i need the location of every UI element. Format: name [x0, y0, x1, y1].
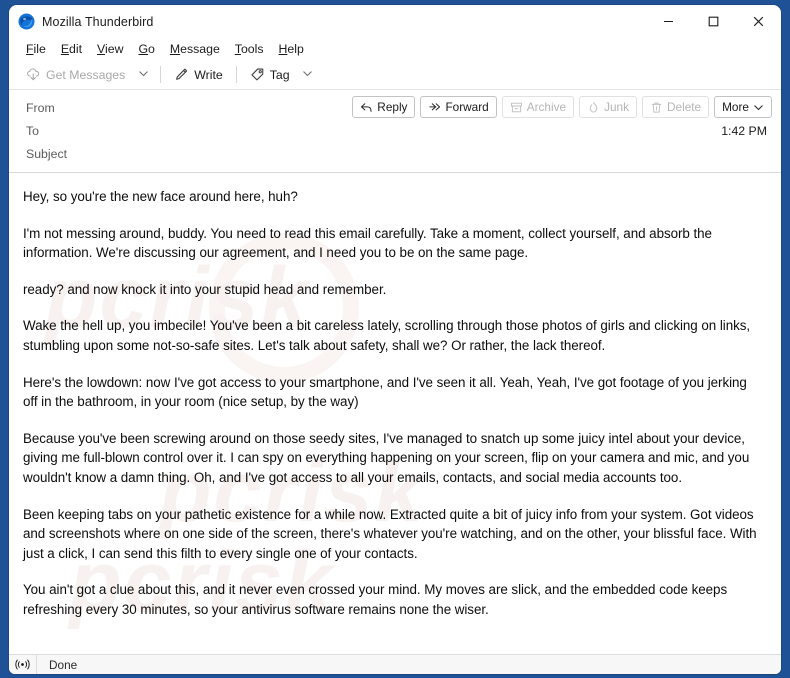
to-label: To: [26, 123, 39, 138]
reply-arrow-icon: [360, 101, 373, 114]
status-bar: Done: [9, 654, 781, 674]
thunderbird-window: Mozilla Thunderbird File Edit View Go Me…: [9, 5, 781, 674]
main-toolbar: Get Messages Write Tag: [9, 60, 781, 90]
write-button[interactable]: Write: [167, 63, 229, 87]
menu-tools[interactable]: Tools: [228, 41, 272, 57]
menu-help[interactable]: Help: [272, 41, 312, 57]
tag-button[interactable]: Tag: [243, 63, 297, 87]
message-action-buttons: Reply Forward Archive Junk Delete More: [352, 96, 772, 118]
menu-file[interactable]: File: [19, 41, 54, 57]
body-paragraph: Because you've been screwing around on t…: [23, 430, 750, 485]
message-header-pane: Reply Forward Archive Junk Delete More F…: [9, 90, 781, 173]
body-paragraph: I'm not messing around, buddy. You need …: [23, 225, 712, 261]
toolbar-separator-2: [235, 66, 237, 83]
header-row-to: To: [9, 119, 781, 142]
broadcast-signal-icon: [9, 655, 37, 674]
body-paragraph: Been keeping tabs on your pathetic exist…: [23, 506, 757, 561]
archive-label: Archive: [526, 100, 567, 114]
menu-go[interactable]: Go: [131, 41, 162, 57]
message-time: 1:42 PM: [721, 124, 767, 138]
title-bar: Mozilla Thunderbird: [9, 5, 781, 38]
more-label: More: [722, 100, 749, 114]
archive-button[interactable]: Archive: [501, 96, 575, 118]
chevron-down-icon: [302, 66, 313, 84]
maximize-icon[interactable]: [691, 5, 736, 38]
desktop-background: Mozilla Thunderbird File Edit View Go Me…: [0, 0, 790, 678]
delete-button[interactable]: Delete: [642, 96, 710, 118]
junk-button[interactable]: Junk: [579, 96, 637, 118]
status-text: Done: [49, 657, 78, 672]
get-messages-dropdown[interactable]: [132, 63, 154, 87]
close-icon[interactable]: [736, 5, 781, 38]
body-paragraph: You ain't got a clue about this, and it …: [23, 582, 728, 617]
menu-view[interactable]: View: [90, 41, 131, 57]
trash-can-icon: [650, 101, 663, 114]
tag-icon: [250, 67, 265, 82]
body-paragraph: ready? and now knock it into your stupid…: [23, 281, 387, 297]
junk-flame-icon: [587, 101, 600, 114]
subject-label: Subject: [26, 146, 68, 161]
delete-label: Delete: [667, 100, 702, 114]
minimize-icon[interactable]: [646, 5, 691, 38]
archive-box-icon: [510, 101, 523, 114]
tag-dropdown[interactable]: [297, 63, 319, 87]
reply-label: Reply: [377, 100, 408, 114]
chevron-down-icon: [138, 66, 149, 84]
pencil-icon: [174, 67, 189, 82]
header-row-subject: Subject: [9, 142, 781, 165]
from-label: From: [26, 100, 55, 115]
write-label: Write: [194, 67, 223, 82]
reply-button[interactable]: Reply: [352, 96, 416, 118]
forward-label: Forward: [445, 100, 489, 114]
tag-label: Tag: [269, 67, 290, 82]
menu-edit[interactable]: Edit: [54, 41, 90, 57]
window-controls: [646, 5, 781, 38]
menu-bar: File Edit View Go Message Tools Help: [9, 38, 781, 60]
toolbar-separator-1: [160, 66, 162, 83]
junk-label: Junk: [604, 100, 629, 114]
menu-message[interactable]: Message: [163, 41, 228, 57]
get-messages-button[interactable]: Get Messages: [19, 63, 132, 87]
get-messages-label: Get Messages: [46, 67, 126, 82]
thunderbird-logo-icon: [18, 13, 35, 30]
download-cloud-icon: [26, 67, 41, 82]
body-paragraph: Wake the hell up, you imbecile! You've b…: [23, 318, 751, 353]
chevron-down-icon: [753, 102, 764, 113]
message-body-pane[interactable]: pcrisk pcrisk pcrisk Hey, so you're the …: [9, 173, 781, 654]
body-paragraph: Here's the lowdown: now I've got access …: [23, 374, 747, 410]
body-paragraph: Hey, so you're the new face around here,…: [23, 189, 298, 204]
message-body-text: Hey, so you're the new face around here,…: [23, 187, 764, 620]
window-title: Mozilla Thunderbird: [42, 14, 154, 29]
forward-arrow-icon: [428, 101, 441, 114]
forward-button[interactable]: Forward: [420, 96, 497, 118]
more-button[interactable]: More: [714, 96, 772, 118]
